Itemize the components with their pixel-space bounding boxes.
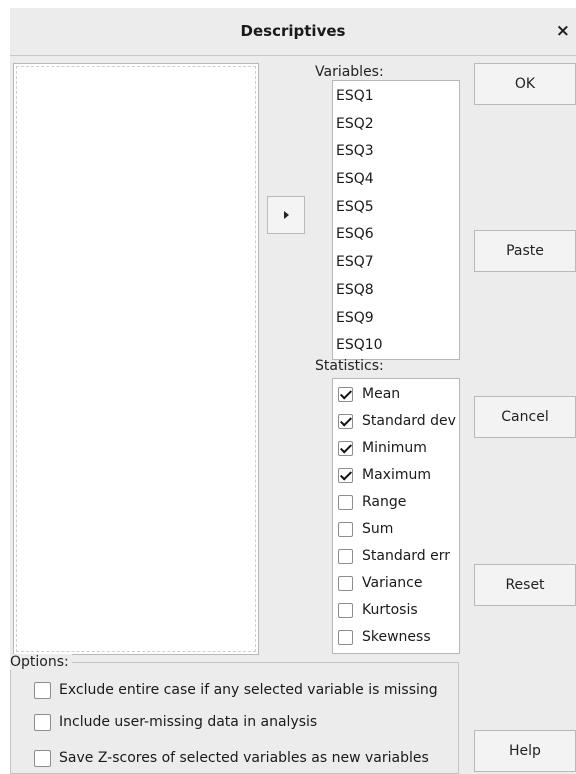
options-label: Options: — [10, 654, 72, 670]
stat-standard-error[interactable]: Standard err — [338, 543, 450, 569]
stat-sum[interactable]: Sum — [338, 516, 393, 542]
stat-label: Skewness — [362, 629, 431, 645]
option-save-z-scores[interactable]: Save Z-scores of selected variables as n… — [34, 745, 429, 771]
option-label: Include user-missing data in analysis — [59, 714, 318, 730]
option-label: Exclude entire case if any selected vari… — [59, 682, 438, 698]
stat-minimum[interactable]: Minimum — [338, 435, 427, 461]
variable-item[interactable]: ESQ2 — [336, 111, 374, 137]
checkbox[interactable] — [338, 602, 353, 618]
checkbox[interactable] — [338, 575, 353, 591]
stat-label: Sum — [362, 521, 394, 537]
variable-item[interactable]: ESQ7 — [336, 249, 374, 275]
stat-skewness[interactable]: Skewness — [338, 624, 431, 650]
statistics-list: Mean Standard dev Minimum Maximum Range … — [332, 378, 460, 654]
checkbox[interactable] — [34, 681, 51, 699]
checkbox[interactable] — [338, 413, 353, 429]
variable-item[interactable]: ESQ6 — [336, 221, 374, 247]
close-icon[interactable]: × — [556, 8, 570, 55]
variable-item[interactable]: ESQ5 — [336, 194, 374, 220]
checkbox[interactable] — [338, 467, 353, 483]
stat-label: Variance — [362, 575, 423, 591]
stat-maximum[interactable]: Maximum — [338, 462, 431, 488]
variable-item[interactable]: ESQ9 — [336, 305, 374, 331]
dialog-title: Descriptives — [240, 22, 346, 40]
variable-item[interactable]: ESQ4 — [336, 166, 374, 192]
paste-button[interactable]: Paste — [474, 230, 576, 272]
stat-label: Range — [362, 494, 407, 510]
stat-label: Maximum — [362, 467, 431, 483]
stat-kurtosis[interactable]: Kurtosis — [338, 597, 418, 623]
ok-button[interactable]: OK — [474, 63, 576, 105]
checkbox[interactable] — [34, 713, 51, 731]
stat-label: Mean — [362, 386, 401, 402]
stat-standard-deviation[interactable]: Standard dev — [338, 408, 456, 434]
checkbox[interactable] — [338, 386, 353, 402]
variable-item[interactable]: ESQ1 — [336, 83, 374, 109]
title-bar: Descriptives × — [10, 8, 576, 56]
source-variable-list[interactable] — [13, 63, 259, 655]
statistics-label: Statistics: — [315, 358, 384, 374]
triangle-right-icon — [283, 211, 289, 219]
checkbox[interactable] — [338, 548, 353, 564]
move-to-variables-button[interactable] — [267, 196, 305, 234]
checkbox[interactable] — [338, 494, 353, 510]
stat-label: Standard err — [362, 548, 451, 564]
variable-item[interactable]: ESQ10 — [336, 332, 383, 358]
checkbox[interactable] — [34, 749, 51, 767]
variables-list[interactable]: ESQ1 ESQ2 ESQ3 ESQ4 ESQ5 ESQ6 ESQ7 ESQ8 … — [332, 80, 460, 360]
reset-button[interactable]: Reset — [474, 564, 576, 606]
stat-range[interactable]: Range — [338, 489, 406, 515]
checkbox[interactable] — [338, 521, 353, 537]
option-label: Save Z-scores of selected variables as n… — [59, 750, 429, 766]
help-button[interactable]: Help — [474, 730, 576, 772]
cancel-button[interactable]: Cancel — [474, 396, 576, 438]
option-include-user-missing[interactable]: Include user-missing data in analysis — [34, 709, 317, 735]
stat-label: Standard dev — [362, 413, 456, 429]
variable-item[interactable]: ESQ3 — [336, 138, 374, 164]
stat-label: Kurtosis — [362, 602, 418, 618]
stat-mean[interactable]: Mean — [338, 381, 400, 407]
descriptives-dialog: Descriptives × Variables: ESQ1 ESQ2 ESQ3… — [10, 8, 576, 774]
option-exclude-entire-case[interactable]: Exclude entire case if any selected vari… — [34, 677, 438, 703]
checkbox[interactable] — [338, 629, 353, 645]
stat-variance[interactable]: Variance — [338, 570, 422, 596]
stat-label: Minimum — [362, 440, 427, 456]
variable-item[interactable]: ESQ8 — [336, 277, 374, 303]
variables-label: Variables: — [315, 64, 384, 80]
checkbox[interactable] — [338, 440, 353, 456]
